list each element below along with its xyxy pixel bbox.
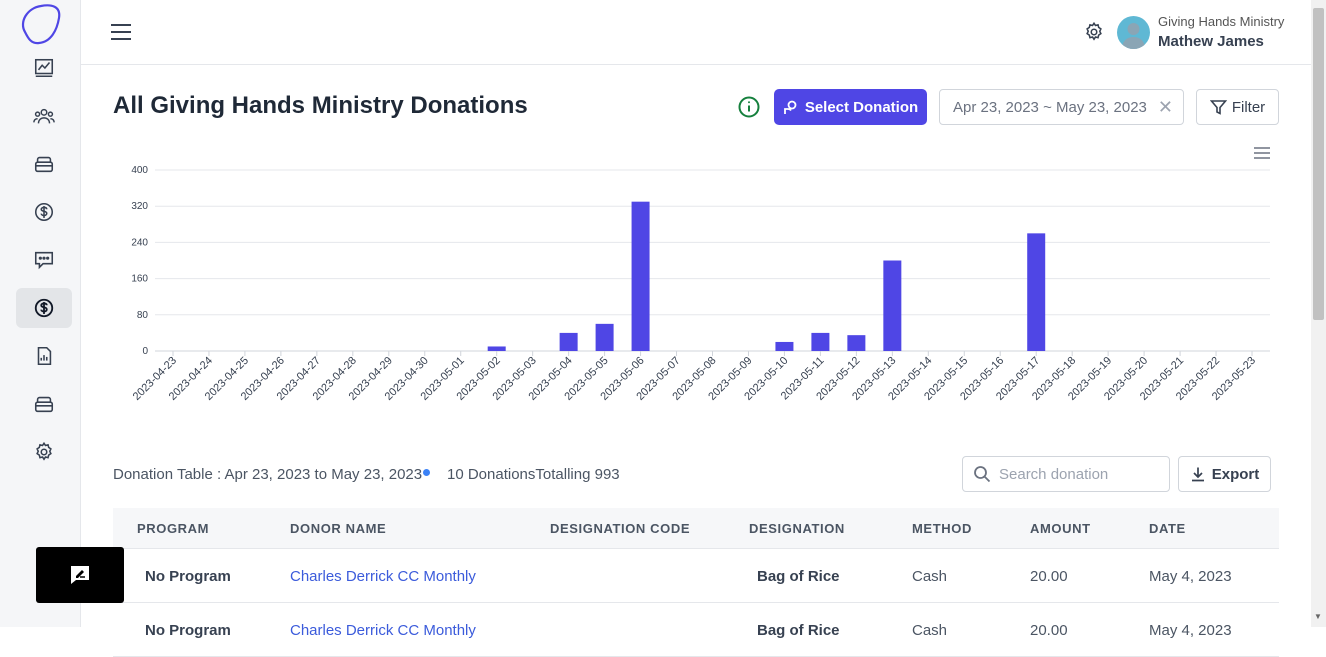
filter-label: Filter <box>1231 98 1266 116</box>
logo-icon[interactable] <box>17 2 63 46</box>
column-header-amount[interactable]: AMOUNT <box>1030 521 1091 536</box>
bar-2023-05-12 <box>847 335 866 351</box>
y-tick-label: 240 <box>131 237 148 248</box>
search-input[interactable] <box>999 465 1159 483</box>
dollar-icon <box>34 298 54 318</box>
cell-amount: 20.00 <box>1030 622 1068 639</box>
scroll-thumb[interactable] <box>1313 8 1324 320</box>
inbox-icon <box>34 156 54 173</box>
donations-bar-chart: 4003202401608002023-04-232023-04-242023-… <box>131 165 1270 403</box>
cell-date: May 4, 2023 <box>1149 622 1232 639</box>
export-button[interactable]: Export <box>1178 456 1271 492</box>
filter-button[interactable]: Filter <box>1196 89 1279 125</box>
bar-2023-05-13 <box>883 260 902 351</box>
column-header-designation[interactable]: DESIGNATION <box>749 521 845 536</box>
bar-2023-05-06 <box>631 201 650 351</box>
cell-designation: Bag of Rice <box>757 568 840 585</box>
date-range-value: Apr 23, 2023 ~ May 23, 2023 <box>953 98 1147 116</box>
column-header-method[interactable]: METHOD <box>912 521 972 536</box>
cell-method: Cash <box>912 622 948 639</box>
cell-date: May 4, 2023 <box>1149 568 1232 585</box>
select-donation-label: Select Donation <box>804 98 919 116</box>
column-header-donor-name[interactable]: DONOR NAME <box>290 521 386 536</box>
y-tick-label: 320 <box>131 201 148 212</box>
cell-donor-link[interactable]: Charles Derrick CC Monthly <box>290 568 476 585</box>
sidebar-item-donations[interactable] <box>16 288 72 328</box>
clear-date-icon[interactable]: ✕ <box>1158 97 1173 118</box>
cell-program: No Program <box>145 622 231 639</box>
info-icon[interactable] <box>738 96 760 118</box>
user-name[interactable]: Mathew James <box>1158 33 1264 50</box>
page-title: All Giving Hands Ministry Donations <box>113 92 528 119</box>
donation-count: 10 DonationsTotalling 993 <box>447 466 620 483</box>
y-tick-label: 80 <box>137 310 149 321</box>
bar-2023-05-10 <box>775 341 794 351</box>
date-range-picker[interactable]: Apr 23, 2023 ~ May 23, 2023 ✕ <box>939 89 1184 125</box>
table-row[interactable]: No Program Charles Derrick CC Monthly Ba… <box>113 549 1279 603</box>
top-bar: Giving Hands Ministry Mathew James <box>81 0 1311 65</box>
org-name: Giving Hands Ministry <box>1158 14 1285 29</box>
bar-2023-05-17 <box>1027 233 1046 351</box>
inbox-icon <box>34 396 54 413</box>
people-icon <box>33 108 55 124</box>
scroll-down-arrow-icon[interactable]: ▼ <box>1314 612 1322 621</box>
message-edit-icon <box>71 566 89 584</box>
chart-icon <box>34 58 54 78</box>
dollar-icon <box>34 202 54 222</box>
sidebar-item-donors[interactable] <box>16 96 72 136</box>
y-tick-label: 400 <box>131 165 148 176</box>
chat-icon <box>34 251 54 270</box>
search-icon <box>974 466 991 483</box>
bar-2023-05-04 <box>559 332 578 351</box>
hamburger-menu-icon[interactable] <box>111 23 131 41</box>
y-tick-label: 0 <box>142 346 148 357</box>
cell-donor-link[interactable]: Charles Derrick CC Monthly <box>290 622 476 639</box>
sidebar-item-messages[interactable] <box>16 240 72 280</box>
select-donation-button[interactable]: Select Donation <box>774 89 927 125</box>
table-caption: Donation Table : Apr 23, 2023 to May 23,… <box>113 466 431 483</box>
table-header: PROGRAM DONOR NAME DESIGNATION CODE DESI… <box>113 508 1279 549</box>
avatar[interactable] <box>1117 16 1150 49</box>
search-box[interactable] <box>962 456 1170 492</box>
sidebar-item-dashboard[interactable] <box>16 48 72 88</box>
chat-widget-button[interactable] <box>36 547 124 603</box>
scrollbar[interactable]: ▼ <box>1311 0 1326 627</box>
table-row[interactable]: No Program Charles Derrick CC Monthly Ba… <box>113 603 1279 657</box>
cell-amount: 20.00 <box>1030 568 1068 585</box>
report-icon <box>37 346 52 366</box>
export-label: Export <box>1211 465 1260 483</box>
cell-program: No Program <box>145 568 231 585</box>
hand-coin-icon <box>783 100 797 114</box>
column-header-program[interactable]: PROGRAM <box>137 521 209 536</box>
sidebar-item-storage[interactable] <box>16 384 72 424</box>
bar-2023-05-05 <box>595 323 614 351</box>
sidebar-item-reports[interactable] <box>16 336 72 376</box>
sidebar <box>0 0 81 627</box>
settings-gear-icon[interactable] <box>1083 21 1105 43</box>
cell-method: Cash <box>912 568 948 585</box>
status-dot <box>423 469 431 476</box>
column-header-designation-code[interactable]: DESIGNATION CODE <box>550 521 690 536</box>
bar-2023-05-11 <box>811 332 830 351</box>
sidebar-item-payments[interactable] <box>16 192 72 232</box>
download-icon <box>1191 467 1204 482</box>
filter-icon <box>1209 99 1227 115</box>
sidebar-item-inventory[interactable] <box>16 144 72 184</box>
bar-2023-05-02 <box>487 346 506 351</box>
gear-icon <box>36 441 52 461</box>
cell-designation: Bag of Rice <box>757 622 840 639</box>
y-tick-label: 160 <box>131 274 148 285</box>
table-caption-text: Donation Table : Apr 23, 2023 to May 23,… <box>113 466 423 483</box>
sidebar-item-settings[interactable] <box>16 432 72 472</box>
column-header-date[interactable]: DATE <box>1149 521 1186 536</box>
